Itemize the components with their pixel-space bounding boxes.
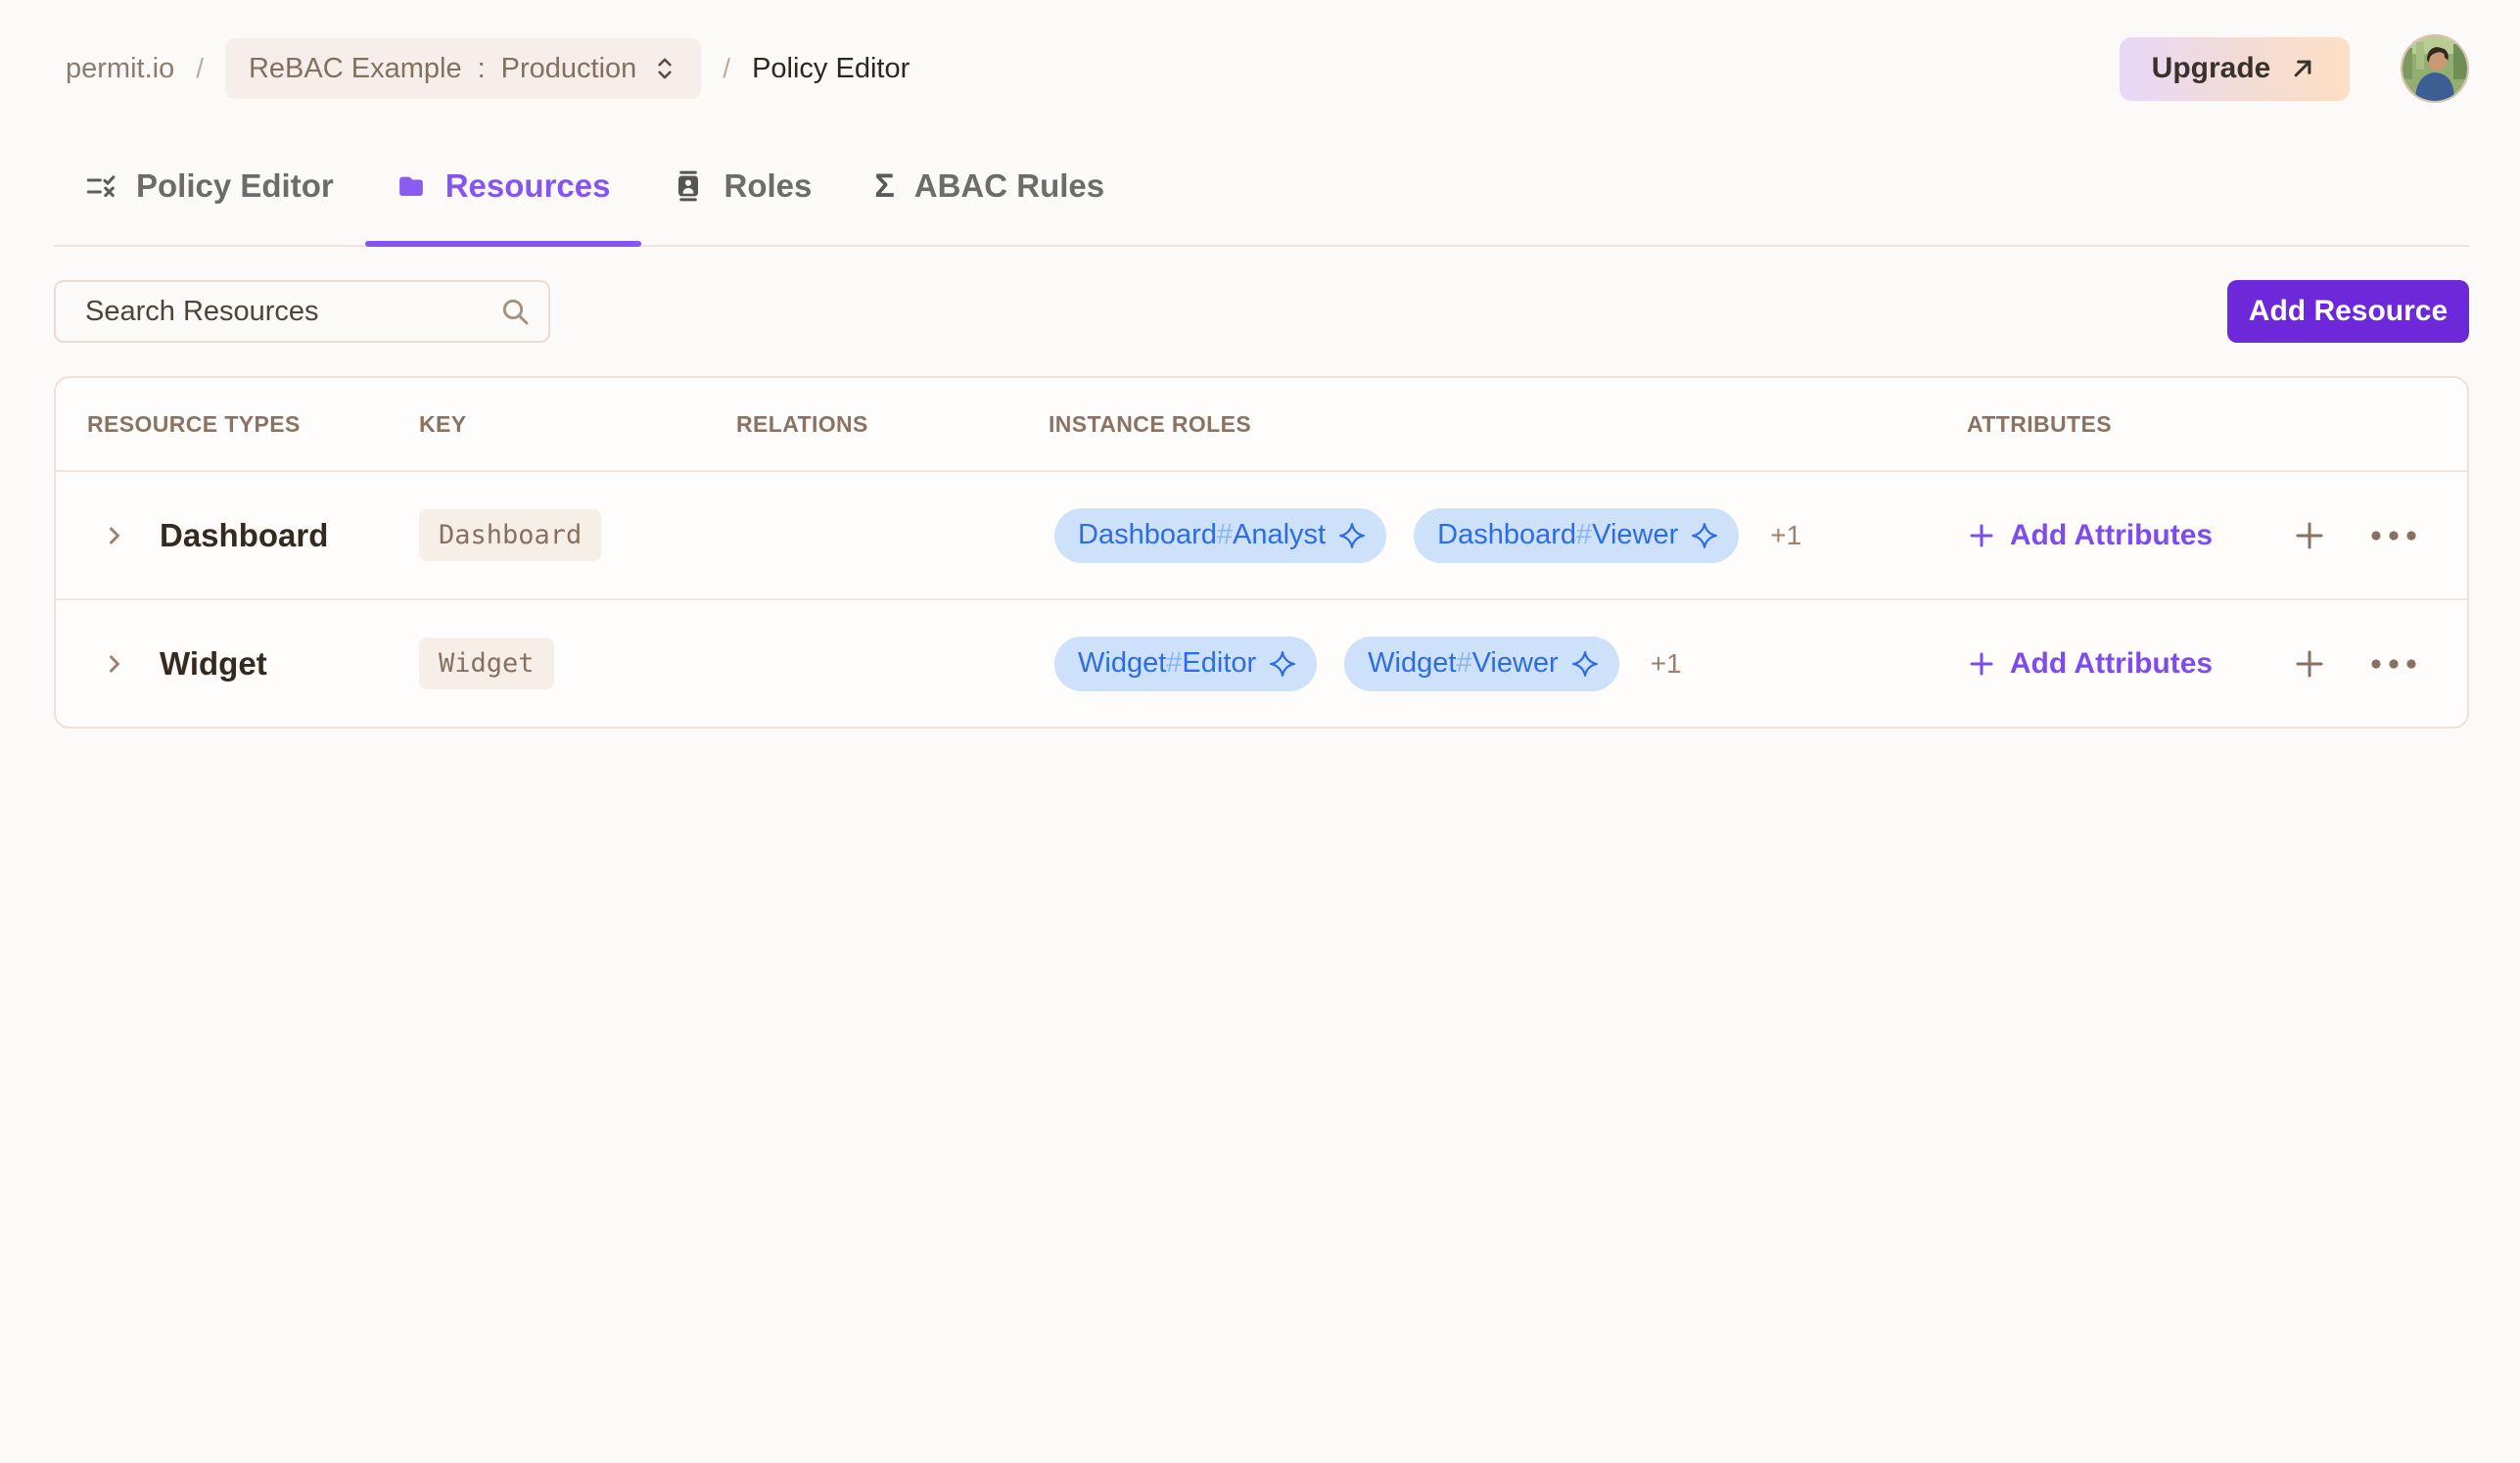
- resources-toolbar: Add Resource: [54, 280, 2469, 343]
- column-header-instance-roles: INSTANCE ROLES: [1049, 410, 1252, 437]
- breadcrumb-org-link[interactable]: permit.io: [66, 53, 174, 85]
- role-separator: #: [1216, 519, 1234, 550]
- project-env-separator: :: [477, 52, 486, 84]
- role-resource: Widget: [1368, 647, 1457, 679]
- add-role-button[interactable]: [2292, 518, 2327, 553]
- sparkle-icon: [1268, 649, 1297, 679]
- policy-rules-icon: [85, 170, 117, 202]
- user-avatar[interactable]: [2401, 34, 2469, 103]
- resource-name-cell: Widget: [56, 645, 390, 683]
- resource-key-chip: Widget: [419, 637, 554, 689]
- column-header-attributes: ATTRIBUTES: [1967, 410, 2112, 437]
- search-icon: [499, 296, 531, 327]
- tabs: Policy Editor Resources Roles Σ ABAC Rul…: [54, 127, 2469, 247]
- tab-label: Policy Editor: [136, 167, 334, 204]
- instance-role-pill[interactable]: Dashboard # Analyst: [1054, 507, 1387, 563]
- instance-role-pill[interactable]: Widget # Editor: [1054, 636, 1318, 691]
- upgrade-label: Upgrade: [2151, 52, 2271, 84]
- plus-icon: [1967, 521, 1996, 550]
- row-actions: [2242, 518, 2467, 553]
- row-menu-button[interactable]: [2370, 658, 2417, 670]
- resource-key-cell: Dashboard: [390, 509, 707, 561]
- sparkle-icon: [1570, 649, 1600, 679]
- top-bar-right: Upgrade: [2120, 34, 2469, 103]
- top-bar: permit.io / ReBAC Example : Production /…: [0, 0, 2520, 127]
- role-name: Viewer: [1471, 647, 1559, 679]
- breadcrumb-page: Policy Editor: [752, 52, 910, 84]
- expand-chevron-icon[interactable]: [103, 651, 126, 677]
- more-roles-count[interactable]: +1: [1770, 520, 1801, 551]
- add-resource-label: Add Resource: [2248, 295, 2449, 327]
- search-input[interactable]: [54, 280, 550, 343]
- column-header-key: KEY: [419, 410, 467, 437]
- instance-role-pill[interactable]: Widget # Viewer: [1344, 636, 1619, 691]
- role-resource: Widget: [1078, 647, 1167, 679]
- resource-name: Widget: [160, 644, 267, 682]
- tab-abac-rules[interactable]: Σ ABAC Rules: [843, 127, 1136, 245]
- instance-roles-cell: Widget # Editor Widget # Viewer +1: [1019, 636, 1937, 691]
- add-attributes-button[interactable]: Add Attributes: [1937, 519, 2242, 552]
- role-name: Viewer: [1592, 519, 1679, 550]
- sigma-icon: Σ: [874, 167, 895, 205]
- folder-icon: [397, 171, 426, 201]
- add-role-button[interactable]: [2292, 646, 2327, 682]
- row-menu-button[interactable]: [2370, 530, 2417, 542]
- table-row: Dashboard Dashboard Dashboard # Analyst Da…: [56, 470, 2467, 598]
- column-header-relations: RELATIONS: [736, 410, 868, 437]
- resource-key-cell: Widget: [390, 637, 707, 689]
- instance-role-pill[interactable]: Dashboard # Viewer: [1414, 507, 1740, 563]
- role-name: Analyst: [1233, 519, 1327, 550]
- role-name: Editor: [1182, 647, 1257, 679]
- table-header-row: RESOURCE TYPES KEY RELATIONS INSTANCE RO…: [56, 378, 2467, 470]
- sparkle-icon: [1337, 521, 1367, 550]
- search-resources: [54, 280, 550, 343]
- role-resource: Dashboard: [1078, 519, 1217, 550]
- role-separator: #: [1456, 647, 1472, 679]
- upgrade-button[interactable]: Upgrade: [2120, 36, 2350, 101]
- tab-label: Roles: [723, 167, 813, 204]
- tab-label: ABAC Rules: [913, 167, 1105, 204]
- add-attributes-button[interactable]: Add Attributes: [1937, 647, 2242, 681]
- resource-name-cell: Dashboard: [56, 517, 390, 554]
- sparkle-icon: [1690, 521, 1719, 550]
- instance-roles-cell: Dashboard # Analyst Dashboard # Viewer +1: [1019, 507, 1937, 563]
- breadcrumb: permit.io / ReBAC Example : Production /…: [66, 38, 910, 99]
- resources-table: RESOURCE TYPES KEY RELATIONS INSTANCE RO…: [54, 376, 2469, 729]
- tab-resources[interactable]: Resources: [364, 127, 642, 247]
- environment-name: Production: [500, 52, 637, 84]
- role-separator: #: [1166, 647, 1183, 679]
- row-actions: [2242, 646, 2467, 682]
- role-separator: #: [1576, 519, 1593, 550]
- project-name: ReBAC Example: [248, 52, 462, 84]
- plus-icon: [1967, 649, 1996, 679]
- breadcrumb-separator: /: [196, 53, 204, 83]
- more-roles-count[interactable]: +1: [1651, 648, 1682, 680]
- tab-policy-editor[interactable]: Policy Editor: [54, 127, 365, 245]
- breadcrumb-separator: /: [723, 53, 731, 83]
- column-header-resource-types: RESOURCE TYPES: [87, 410, 301, 437]
- tab-label: Resources: [444, 167, 611, 204]
- add-attributes-label: Add Attributes: [2009, 646, 2214, 680]
- chevron-up-down-icon: [652, 54, 677, 83]
- expand-chevron-icon[interactable]: [103, 523, 126, 548]
- table-row: Widget Widget Widget # Editor Widget # Viewe…: [56, 598, 2467, 727]
- add-resource-button[interactable]: Add Resource: [2227, 280, 2469, 343]
- resource-name: Dashboard: [160, 516, 329, 553]
- arrow-up-right-icon: [2288, 54, 2317, 83]
- resource-key-chip: Dashboard: [419, 509, 602, 561]
- tab-roles[interactable]: Roles: [641, 127, 843, 245]
- role-resource: Dashboard: [1437, 519, 1576, 550]
- add-attributes-label: Add Attributes: [2009, 518, 2214, 551]
- project-environment-selector[interactable]: ReBAC Example : Production: [224, 38, 702, 99]
- roles-contact-card-icon: [673, 170, 704, 202]
